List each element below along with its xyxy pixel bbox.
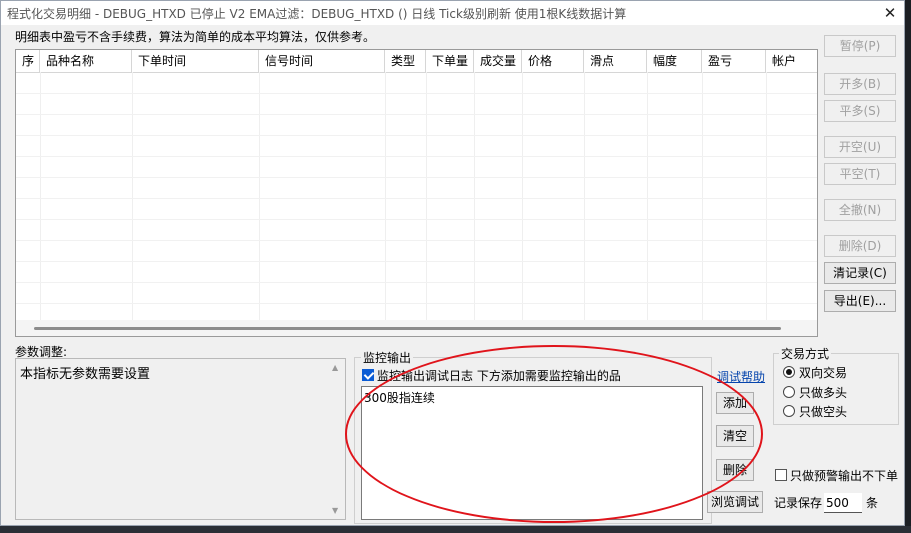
record-keep-input[interactable]: 500	[824, 493, 862, 513]
column-header[interactable]: 信号时间	[259, 50, 385, 72]
pause-button[interactable]: 暂停(P)	[824, 35, 896, 57]
alert-only-label: 只做预警输出不下单	[790, 469, 899, 483]
monitor-log-checkbox[interactable]	[362, 369, 374, 381]
scroll-down-icon[interactable]: ▼	[332, 506, 338, 515]
monitor-symbol-list[interactable]: 300股指连续	[361, 386, 703, 520]
radio-long-only[interactable]	[783, 386, 795, 398]
record-keep-unit: 条	[866, 496, 879, 510]
column-header[interactable]: 成交量	[474, 50, 522, 72]
params-text: 本指标无参数需要设置	[20, 367, 151, 382]
list-item[interactable]: 300股指连续	[364, 389, 435, 406]
close-icon[interactable]: ✕	[880, 3, 900, 23]
trade-mode-label: 交易方式	[779, 345, 832, 362]
radio-label: 只做多头	[799, 386, 848, 400]
params-textarea[interactable]: 本指标无参数需要设置 ▲ ▼	[15, 358, 346, 520]
scrollbar-thumb[interactable]	[34, 327, 781, 330]
row-divider	[16, 135, 817, 136]
row-divider	[16, 261, 817, 262]
row-divider	[16, 282, 817, 283]
debug-help-link[interactable]: 调试帮助	[717, 368, 765, 385]
add-button[interactable]: 添加	[716, 392, 754, 414]
column-header[interactable]: 下单量	[426, 50, 474, 72]
row-divider	[16, 240, 817, 241]
radio-both-directions[interactable]	[783, 366, 795, 378]
cancel-all-button[interactable]: 全撤(N)	[824, 199, 896, 221]
close-long-button[interactable]: 平多(S)	[824, 100, 896, 122]
row-divider	[16, 114, 817, 115]
row-divider	[16, 156, 817, 157]
trade-detail-table[interactable]: 序 品种名称 下单时间 信号时间 类型 下单量 成交量 价格 滑点 幅度 盈亏 …	[15, 49, 818, 337]
record-keep-label: 记录保存	[774, 496, 823, 510]
browse-debug-button[interactable]: 浏览调试	[707, 491, 763, 513]
disclaimer-note: 明细表中盈亏不含手续费，算法为简单的成本平均算法，仅供参考。	[15, 30, 376, 44]
monitor-log-label: 监控输出调试日志 下方添加需要监控输出的品	[377, 369, 621, 383]
column-header[interactable]: 下单时间	[132, 50, 259, 72]
row-divider	[16, 177, 817, 178]
table-header: 序 品种名称 下单时间 信号时间 类型 下单量 成交量 价格 滑点 幅度 盈亏 …	[16, 50, 817, 73]
close-short-button[interactable]: 平空(T)	[824, 163, 896, 185]
delete-button[interactable]: 删除(D)	[824, 235, 896, 257]
open-short-button[interactable]: 开空(U)	[824, 136, 896, 158]
title-bar[interactable]: 程式化交易明细 - DEBUG_HTXD 已停止 V2 EMA过滤：DEBUG_…	[1, 1, 904, 25]
alert-only-checkbox[interactable]	[775, 469, 787, 481]
row-divider	[16, 198, 817, 199]
row-divider	[16, 303, 817, 304]
window-title: 程式化交易明细 - DEBUG_HTXD 已停止 V2 EMA过滤：DEBUG_…	[7, 7, 627, 21]
export-button[interactable]: 导出(E)...	[824, 290, 896, 312]
open-long-button[interactable]: 开多(B)	[824, 73, 896, 95]
clear-button[interactable]: 清空	[716, 425, 754, 447]
row-divider	[16, 219, 817, 220]
column-header[interactable]: 类型	[385, 50, 426, 72]
taskbar-strip	[0, 526, 911, 533]
column-header[interactable]: 序	[16, 50, 40, 72]
monitor-group-label: 监控输出	[361, 349, 414, 366]
column-header[interactable]: 价格	[522, 50, 584, 72]
radio-label: 双向交易	[799, 366, 848, 380]
row-divider	[16, 93, 817, 94]
column-header[interactable]: 滑点	[584, 50, 647, 72]
vertical-scrollbar[interactable]: ▲ ▼	[329, 359, 345, 519]
column-header[interactable]: 盈亏	[702, 50, 766, 72]
column-header[interactable]: 帐户	[766, 50, 817, 72]
scroll-up-icon[interactable]: ▲	[332, 363, 338, 372]
column-header[interactable]: 幅度	[647, 50, 702, 72]
horizontal-scrollbar[interactable]	[16, 320, 817, 336]
delete-symbol-button[interactable]: 删除	[716, 459, 754, 481]
column-header[interactable]: 品种名称	[40, 50, 132, 72]
radio-short-only[interactable]	[783, 405, 795, 417]
radio-label: 只做空头	[799, 405, 848, 419]
clear-records-button[interactable]: 清记录(C)	[824, 262, 896, 284]
trade-detail-window: 程式化交易明细 - DEBUG_HTXD 已停止 V2 EMA过滤：DEBUG_…	[0, 0, 905, 526]
